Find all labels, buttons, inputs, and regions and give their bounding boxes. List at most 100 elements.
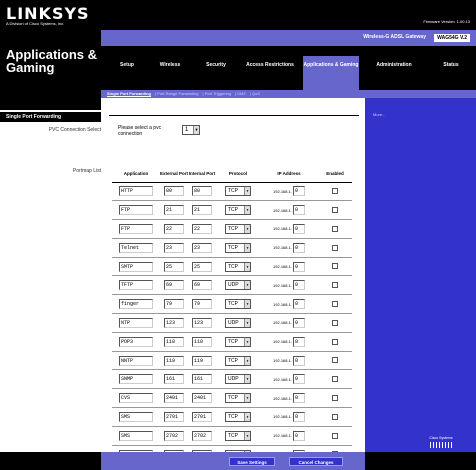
protocol-select[interactable]: TCP ▼ bbox=[225, 242, 251, 253]
subtab-port-range-forwarding[interactable]: Port Range Forwarding bbox=[157, 91, 198, 96]
internal-port-input[interactable]: 80 bbox=[192, 186, 212, 197]
enabled-checkbox[interactable] bbox=[332, 282, 338, 289]
application-input[interactable]: SMS bbox=[119, 411, 153, 422]
application-input[interactable]: FTP bbox=[119, 205, 153, 216]
enabled-checkbox[interactable] bbox=[332, 225, 338, 232]
protocol-select[interactable]: TCP ▼ bbox=[225, 430, 251, 441]
ip-address-input[interactable]: 0 bbox=[292, 355, 305, 366]
ip-address-input[interactable]: 0 bbox=[292, 317, 305, 328]
application-input[interactable]: Telnet bbox=[119, 242, 153, 253]
enabled-checkbox[interactable] bbox=[332, 319, 338, 326]
enabled-checkbox[interactable] bbox=[332, 301, 338, 308]
cancel-changes-button[interactable]: Cancel Changes bbox=[289, 457, 343, 466]
application-input[interactable]: FTP bbox=[119, 223, 153, 234]
enabled-checkbox[interactable] bbox=[332, 188, 338, 195]
protocol-select[interactable]: UDP ▼ bbox=[225, 374, 251, 385]
tab-setup[interactable]: Setup bbox=[109, 56, 145, 92]
internal-port-input[interactable]: 79 bbox=[192, 299, 212, 310]
external-port-input[interactable]: 2702 bbox=[164, 430, 184, 441]
tab-applications-gaming[interactable]: Applications & Gaming bbox=[303, 56, 359, 92]
internal-port-input[interactable]: 69 bbox=[192, 280, 212, 291]
protocol-select[interactable]: TCP ▼ bbox=[225, 355, 251, 366]
enabled-checkbox[interactable] bbox=[332, 338, 338, 345]
tab-security[interactable]: Security bbox=[195, 56, 237, 92]
enabled-checkbox[interactable] bbox=[332, 376, 338, 383]
ip-address-input[interactable]: 0 bbox=[292, 223, 305, 234]
external-port-input[interactable]: 123 bbox=[164, 317, 184, 328]
ip-address-input[interactable]: 0 bbox=[292, 299, 305, 310]
protocol-select[interactable]: UDP ▼ bbox=[225, 317, 251, 328]
ip-address-input[interactable]: 0 bbox=[292, 336, 305, 347]
protocol-select[interactable]: UDP ▼ bbox=[225, 280, 251, 291]
internal-port-input[interactable]: 2401 bbox=[192, 393, 212, 404]
external-port-input[interactable]: 2401 bbox=[164, 393, 184, 404]
external-port-input[interactable]: 80 bbox=[164, 186, 184, 197]
tab-wireless[interactable]: Wireless bbox=[149, 56, 191, 92]
application-input[interactable]: CVS bbox=[119, 393, 153, 404]
enabled-checkbox[interactable] bbox=[332, 432, 338, 439]
application-input[interactable]: SMS bbox=[119, 430, 153, 441]
internal-port-input[interactable]: 21 bbox=[192, 205, 212, 216]
enabled-checkbox[interactable] bbox=[332, 263, 338, 270]
protocol-select[interactable]: TCP ▼ bbox=[225, 393, 251, 404]
internal-port-input[interactable]: 161 bbox=[192, 374, 212, 385]
enabled-checkbox[interactable] bbox=[332, 244, 338, 251]
external-port-input[interactable]: 69 bbox=[164, 280, 184, 291]
internal-port-input[interactable]: 25 bbox=[192, 261, 212, 272]
enabled-checkbox[interactable] bbox=[332, 357, 338, 364]
ip-address-input[interactable]: 0 bbox=[292, 374, 305, 385]
internal-port-input[interactable]: 2702 bbox=[192, 430, 212, 441]
internal-port-input[interactable]: 110 bbox=[192, 336, 212, 347]
enabled-checkbox[interactable] bbox=[332, 395, 338, 401]
external-port-input[interactable]: 161 bbox=[164, 374, 184, 385]
application-input[interactable]: POP3 bbox=[119, 336, 153, 347]
application-input[interactable]: HTTP bbox=[119, 186, 153, 197]
internal-port-input[interactable]: 119 bbox=[192, 355, 212, 366]
subtab-qos[interactable]: QoS bbox=[252, 91, 260, 96]
protocol-select[interactable]: TCP ▼ bbox=[225, 186, 251, 197]
external-port-input[interactable]: 21 bbox=[164, 205, 184, 216]
application-input[interactable]: SNMP bbox=[119, 374, 153, 385]
ip-address-input[interactable]: 0 bbox=[292, 411, 305, 422]
application-input[interactable]: NTP bbox=[119, 317, 153, 328]
external-port-input[interactable]: 119 bbox=[164, 355, 184, 366]
ip-address-input[interactable]: 0 bbox=[292, 430, 305, 441]
tab-access-restrictions[interactable]: Access Restrictions bbox=[241, 56, 299, 92]
external-port-input[interactable]: 22 bbox=[164, 223, 184, 234]
enabled-checkbox[interactable] bbox=[332, 413, 338, 420]
protocol-select[interactable]: TCP ▼ bbox=[225, 205, 251, 216]
ip-address-input[interactable]: 0 bbox=[292, 280, 305, 291]
subtab-dmz[interactable]: DMZ bbox=[237, 91, 246, 96]
tab-administration[interactable]: Administration bbox=[363, 56, 425, 92]
protocol-select[interactable]: TCP ▼ bbox=[225, 411, 251, 422]
external-port-input[interactable]: 2701 bbox=[164, 411, 184, 422]
application-input[interactable]: TFTP bbox=[119, 280, 153, 291]
ip-address-input[interactable]: 0 bbox=[292, 186, 305, 197]
ip-address-input[interactable]: 0 bbox=[292, 261, 305, 272]
subtab-port-triggering[interactable]: Port Triggering bbox=[205, 91, 231, 96]
protocol-select[interactable]: TCP ▼ bbox=[225, 223, 251, 234]
enabled-checkbox[interactable] bbox=[332, 207, 338, 214]
internal-port-input[interactable]: 23 bbox=[192, 242, 212, 253]
ip-address-input[interactable]: 0 bbox=[292, 393, 305, 404]
external-port-input[interactable]: 79 bbox=[164, 299, 184, 310]
protocol-select[interactable]: TCP ▼ bbox=[225, 299, 251, 310]
tab-status[interactable]: Status bbox=[431, 56, 471, 92]
external-port-input[interactable]: 25 bbox=[164, 261, 184, 272]
subtab-single-port-forwarding[interactable]: Single Port Forwarding bbox=[107, 91, 151, 96]
internal-port-input[interactable]: 22 bbox=[192, 223, 212, 234]
protocol-select[interactable]: TCP ▼ bbox=[225, 336, 251, 347]
ip-address-input[interactable]: 0 bbox=[292, 242, 305, 253]
external-port-input[interactable]: 23 bbox=[164, 242, 184, 253]
protocol-select[interactable]: TCP ▼ bbox=[225, 261, 251, 272]
application-input[interactable]: SMTP bbox=[119, 261, 153, 272]
external-port-input[interactable]: 110 bbox=[164, 336, 184, 347]
pvc-select[interactable]: 1 ▼ bbox=[182, 125, 200, 135]
internal-port-input[interactable]: 2701 bbox=[192, 411, 212, 422]
ip-address-input[interactable]: 0 bbox=[292, 205, 305, 216]
save-settings-button[interactable]: Save Settings bbox=[229, 457, 275, 466]
application-input[interactable]: NNTP bbox=[119, 355, 153, 366]
help-more-link[interactable]: More... bbox=[373, 112, 385, 117]
internal-port-input[interactable]: 123 bbox=[192, 317, 212, 328]
application-input[interactable]: finger bbox=[119, 299, 153, 310]
